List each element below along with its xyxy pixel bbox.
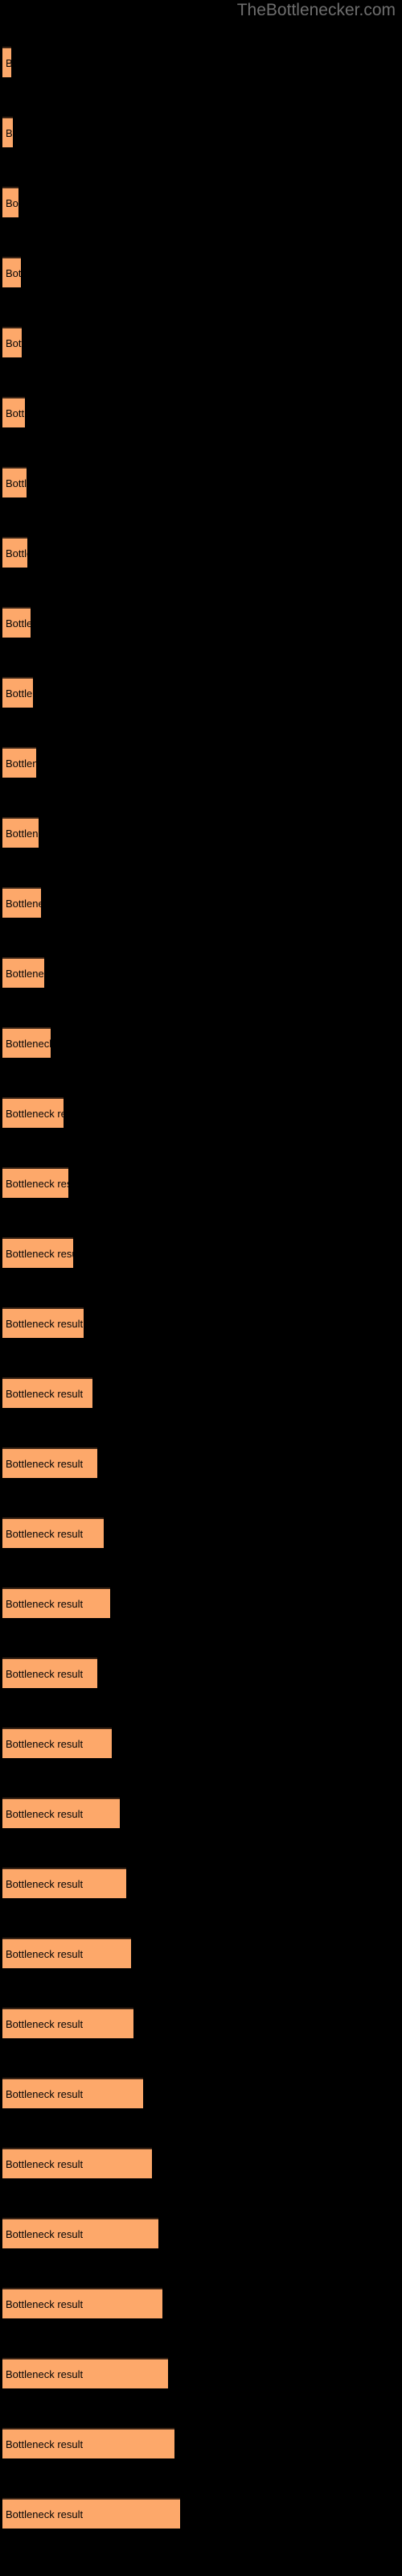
bar-row[interactable]: Bottleneck result [2,1798,120,1828]
bar-row[interactable]: Bottleneck result [2,1027,51,1058]
bar-label: Bottleneck result [6,1247,73,1260]
bar-row[interactable]: Bottleneck result [2,2358,168,2388]
bar-row[interactable]: Bottleneck result [2,1167,68,1198]
bar-label: Bottleneck result [6,1737,84,1750]
bar-label: Bottleneck result [6,1317,84,1330]
bar-row[interactable]: Bottleneck result [2,2008,133,2038]
bar-row[interactable]: Bottleneck result [2,2288,162,2318]
bar-row[interactable]: Bottleneck result [2,2078,143,2108]
bar-row[interactable]: Bottleneck result [2,1517,104,1548]
bar-row[interactable]: Bottleneck result [2,2218,158,2248]
bar-label: Bottleneck result [6,2438,84,2450]
bar-label: Bottleneck result [6,617,31,630]
bar-row[interactable]: Bottleneck result [2,957,44,988]
bar-label: Bottleneck result [6,336,22,349]
bar-row[interactable]: Bottleneck result [2,1868,126,1898]
bar-label: Bottleneck result [6,1177,68,1190]
bar-label: Bottleneck result [6,196,18,209]
bar-label: Bottleneck result [6,967,44,980]
bar-row[interactable]: Bottleneck result [2,607,31,638]
bar-row[interactable]: Bottleneck result [2,747,36,778]
bar-label: Bottleneck result [6,1807,84,1820]
bar-label: Bottleneck result [6,1667,84,1680]
bar-label: Bottleneck result [6,2368,84,2380]
bar-label: Bottleneck result [6,2227,84,2240]
bar-label: Bottleneck result [6,407,25,419]
bar-row[interactable]: Bottleneck result [2,677,33,708]
bar-row[interactable]: Bottleneck result [2,2498,180,2529]
bar-label: Bottleneck result [6,1387,84,1400]
bar-label: Bottleneck result [6,827,39,840]
bar-label: Bottleneck result [6,2017,84,2030]
bar-row[interactable]: Bottleneck result [2,2148,152,2178]
bar-row[interactable]: Bottleneck result [2,2428,174,2458]
bar-row[interactable]: Bottleneck result [2,1377,92,1408]
bar-label: Bottleneck result [6,1597,84,1610]
bar-row[interactable]: Bottleneck result [2,467,27,497]
bar-label: Bottleneck result [2,57,11,69]
bar-label: Bottleneck result [6,2087,84,2100]
bar-label: Bottleneck result [6,2157,84,2170]
bar-label: Bottleneck result [6,2508,84,2520]
bar-label: Bottleneck result [6,1947,84,1960]
bar-label: Bottleneck result [6,2297,84,2310]
bar-label: Bottleneck result [6,547,27,559]
bar-row[interactable]: Bottleneck result [2,887,41,918]
bar-row[interactable]: Bottleneck result [2,1728,112,1758]
bar-row[interactable]: Bottleneck result [2,1938,131,1968]
bar-row[interactable]: Bottleneck result [2,1587,110,1618]
bar-row[interactable]: Bottleneck result [2,257,21,287]
bar-label: Bottleneck result [6,897,41,910]
bar-label: Bottleneck result [6,266,21,279]
bar-row[interactable]: Bottleneck result [2,1657,97,1688]
bar-label: Bottleneck result [6,1877,84,1890]
bar-row[interactable]: Bottleneck result [2,117,13,147]
bar-label: Bottleneck result [6,126,13,139]
bar-label: Bottleneck result [6,1527,84,1540]
bar-row[interactable]: Bottleneck result [2,1097,64,1128]
bar-label: Bottleneck result [6,1037,51,1050]
bar-row[interactable]: Bottleneck result [2,817,39,848]
bars-layer: Bottleneck result Bottleneck result Bottle… [0,0,402,2576]
bar-row[interactable]: Bottleneck result [2,1447,97,1478]
bar-label: Bottleneck result [6,687,33,700]
bottleneck-bar-chart: TheBottlenecker.com Bottleneck resultBot… [0,0,402,2576]
bar-row[interactable]: Bottleneck result [2,187,18,217]
bar-row[interactable]: Bottleneck result [2,327,22,357]
bar-label: Bottleneck result [6,757,36,770]
bar-row[interactable]: Bottleneck result [2,537,27,568]
bar-row[interactable]: Bottleneck result [2,47,11,77]
bar-row[interactable]: Bottleneck result [2,1237,73,1268]
bar-row[interactable]: Bottleneck result [2,397,25,427]
bar-label: Bottleneck result [6,1107,64,1120]
bar-label: Bottleneck result [6,477,27,489]
bar-row[interactable]: Bottleneck result [2,1307,84,1338]
bar-label: Bottleneck result [6,1457,84,1470]
